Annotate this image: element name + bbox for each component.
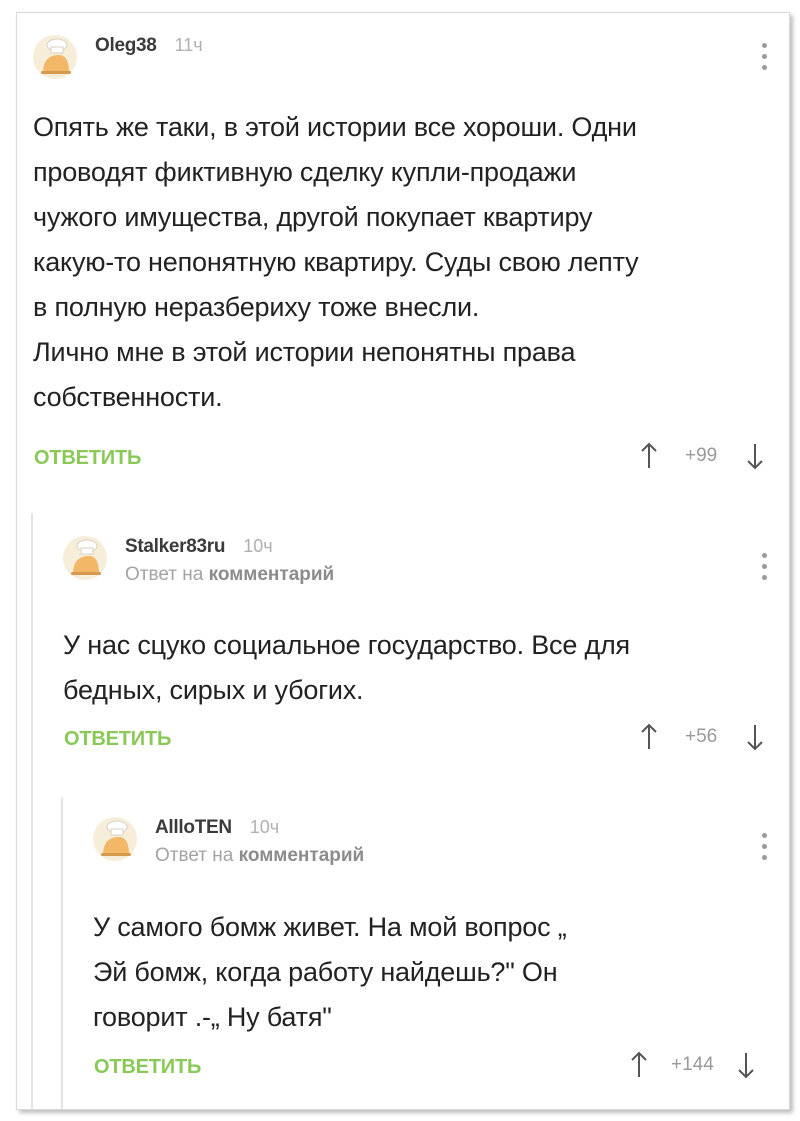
timestamp: 11ч (174, 35, 203, 55)
username[interactable]: Oleg38 (95, 35, 157, 57)
vote-score: +144 (671, 1054, 714, 1075)
comment-text: У самого бомж живет. На мой вопрос „ Эй … (93, 912, 567, 1032)
chef-avatar-icon[interactable] (63, 536, 107, 580)
comment-header: Oleg38 11ч (33, 35, 203, 79)
comment-text: У нас сцуко социальное государство. Все … (63, 630, 630, 705)
kebab-menu-icon[interactable] (759, 553, 769, 580)
comments-frame: Oleg38 11ч Опять же таки, в этой истории… (16, 12, 790, 1110)
vote-controls: +56 (639, 722, 765, 752)
kebab-menu-icon[interactable] (759, 833, 769, 860)
arrow-down-icon[interactable] (745, 722, 765, 752)
chef-avatar-icon[interactable] (93, 817, 137, 861)
vote-score: +56 (685, 726, 718, 747)
username[interactable]: Stalker83ru (125, 536, 226, 558)
comment-text: Опять же таки, в этой истории все хороши… (33, 112, 639, 412)
kebab-menu-icon[interactable] (759, 43, 769, 70)
chef-avatar-icon[interactable] (33, 35, 77, 79)
reply-to-label[interactable]: Ответ на комментарий (155, 845, 364, 867)
username[interactable]: AllloTEN (155, 817, 232, 839)
vote-controls: +99 (639, 441, 765, 471)
arrow-up-icon[interactable] (639, 722, 659, 752)
reply-button[interactable]: ОТВЕТИТЬ (34, 447, 141, 470)
comment-header: Stalker83ru 10ч Ответ на комментарий (63, 536, 334, 586)
thread-line (31, 513, 33, 1109)
timestamp: 10ч (243, 536, 273, 556)
reply-to-label[interactable]: Ответ на комментарий (125, 564, 334, 586)
vote-controls: +144 (629, 1050, 756, 1080)
reply-button[interactable]: ОТВЕТИТЬ (64, 728, 171, 751)
comment-header: AllloTEN 10ч Ответ на комментарий (93, 817, 364, 867)
arrow-down-icon[interactable] (745, 441, 765, 471)
arrow-up-icon[interactable] (639, 441, 659, 471)
thread-line (61, 797, 63, 1109)
vote-score: +99 (685, 445, 718, 466)
reply-button[interactable]: ОТВЕТИТЬ (94, 1056, 201, 1079)
arrow-down-icon[interactable] (736, 1050, 756, 1080)
arrow-up-icon[interactable] (629, 1050, 649, 1080)
timestamp: 10ч (249, 817, 280, 837)
